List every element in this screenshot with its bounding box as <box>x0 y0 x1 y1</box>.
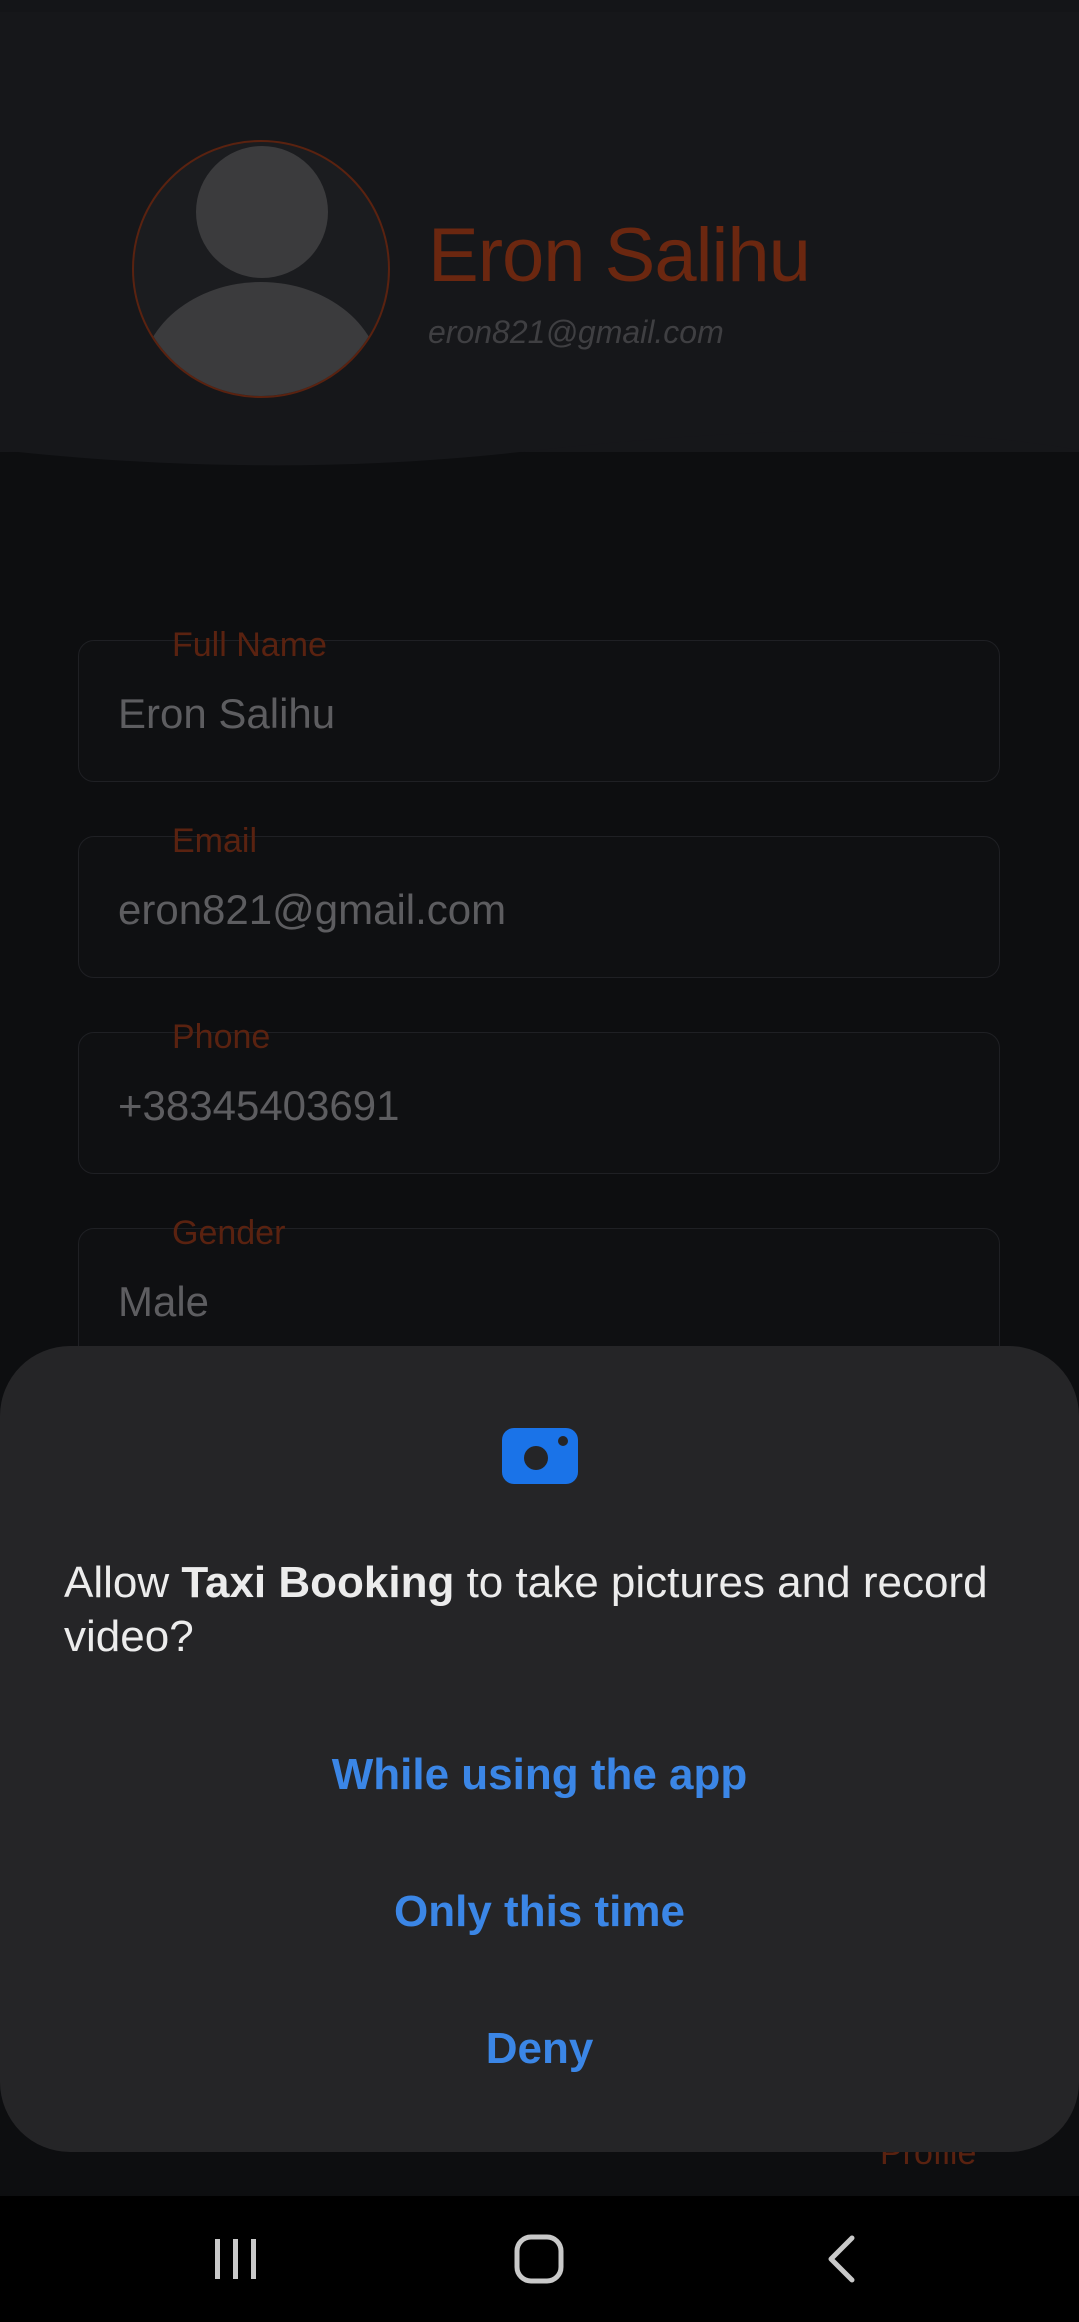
profile-name: Eron Salihu <box>428 213 811 298</box>
recents-icon <box>215 2239 256 2279</box>
navigation-bar <box>0 2196 1079 2322</box>
profile-email: eron821@gmail.com <box>428 314 724 350</box>
permission-prompt: Allow Taxi Booking to take pictures and … <box>64 1556 1024 1664</box>
gender-label: Gender <box>172 1214 286 1252</box>
header-wave <box>0 420 1079 466</box>
gender-value: Male <box>118 1278 210 1325</box>
email-label: Email <box>172 822 258 860</box>
avatar-body-shape <box>140 282 382 396</box>
only-this-time-button[interactable]: Only this time <box>0 1887 1079 1937</box>
while-using-app-button[interactable]: While using the app <box>0 1750 1079 1800</box>
home-icon <box>514 2234 564 2284</box>
status-bar <box>0 0 1079 12</box>
avatar-head-shape <box>196 146 328 278</box>
camera-icon <box>502 1428 578 1484</box>
back-button[interactable] <box>771 2196 911 2322</box>
prompt-prefix: Allow <box>64 1558 182 1607</box>
full-name-value: Eron Salihu <box>118 690 336 737</box>
deny-button[interactable]: Deny <box>0 2024 1079 2074</box>
home-button[interactable] <box>469 2196 609 2322</box>
recents-button[interactable] <box>166 2196 306 2322</box>
avatar[interactable] <box>132 140 390 398</box>
back-icon <box>828 2235 855 2283</box>
phone-value: +38345403691 <box>118 1082 400 1129</box>
phone-label: Phone <box>172 1018 271 1056</box>
email-value: eron821@gmail.com <box>118 886 507 933</box>
full-name-label: Full Name <box>172 626 327 664</box>
permission-dialog: Allow Taxi Booking to take pictures and … <box>0 1346 1079 2152</box>
app-name: Taxi Booking <box>181 1558 455 1607</box>
